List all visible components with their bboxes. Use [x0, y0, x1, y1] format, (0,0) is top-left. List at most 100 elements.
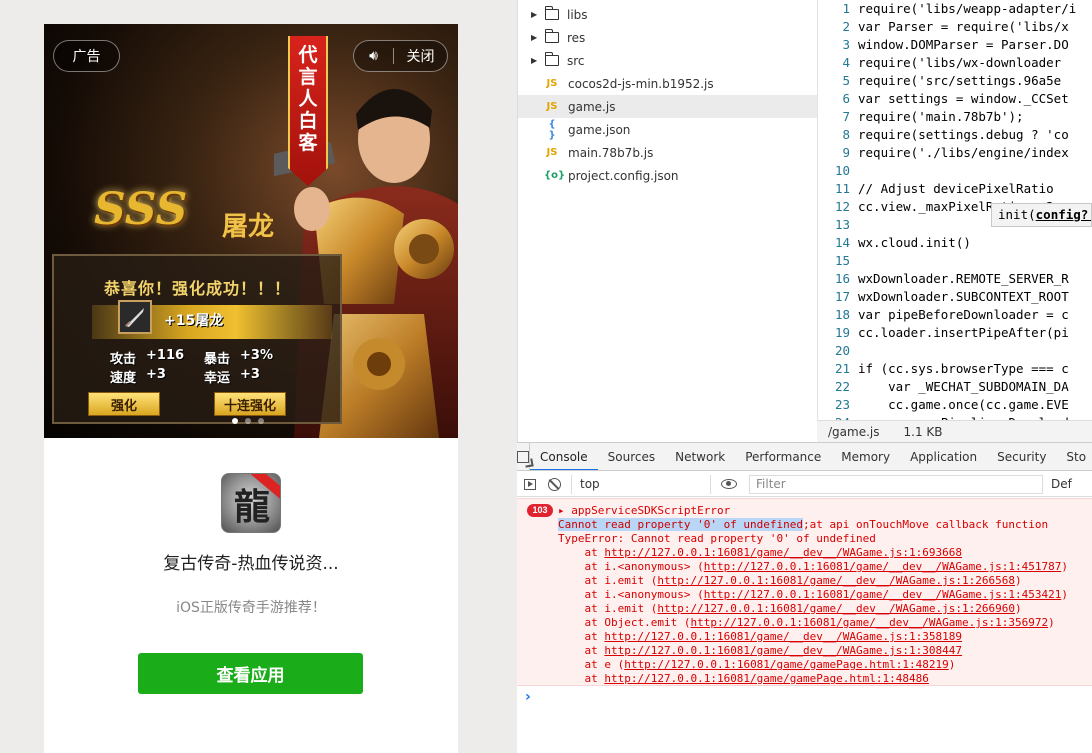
stat-label: 速度 — [110, 371, 137, 386]
eye-icon[interactable] — [721, 479, 737, 489]
clear-console-icon[interactable] — [542, 472, 567, 496]
line-number: 18 — [834, 307, 850, 322]
folder-icon — [545, 6, 559, 20]
context-selector[interactable]: top — [571, 474, 711, 494]
stat-value: +3 — [146, 367, 166, 382]
tree-item-project-config[interactable]: {o} project.config.json — [518, 164, 818, 187]
tab-application[interactable]: Application — [900, 443, 987, 470]
error-title[interactable]: ▸ appServiceSDKScriptError — [558, 504, 730, 518]
stack-frame-link[interactable]: http://127.0.0.1:16081/game/__dev__/WAGa… — [657, 574, 1015, 587]
code-line[interactable]: 3 window.DOMParser = Parser.DO — [818, 36, 1092, 54]
speaker-icon[interactable]: 🔊︎ — [354, 48, 394, 64]
code-line[interactable]: 4 require('libs/wx-downloader — [818, 54, 1092, 72]
stack-frame-link[interactable]: http://127.0.0.1:16081/game/__dev__/WAGa… — [657, 602, 1015, 615]
sss-headline-suffix: 屠龙 — [222, 212, 275, 242]
code-line[interactable]: 22 var _WECHAT_SUBDOMAIN_DA — [818, 378, 1092, 396]
code-text: var settings = window._CCSet — [858, 91, 1069, 106]
code-line[interactable]: 7 require('main.78b7b'); — [818, 108, 1092, 126]
stat-label: 幸运 — [204, 371, 231, 386]
stack-frame-link[interactable]: http://127.0.0.1:16081/game/__dev__/WAGa… — [604, 546, 962, 559]
code-line[interactable]: 9 require('./libs/engine/index — [818, 144, 1092, 162]
tree-item-res[interactable]: ▶ res — [518, 26, 818, 49]
code-line[interactable]: 14 wx.cloud.init() — [818, 234, 1092, 252]
stack-frame-prefix: at — [558, 546, 605, 559]
code-line[interactable]: 20 — [818, 342, 1092, 360]
stack-frame-prefix: at — [558, 672, 605, 685]
carousel-dot[interactable] — [245, 418, 251, 424]
code-line[interactable]: 2 var Parser = require('libs/x — [818, 18, 1092, 36]
stack-frame: at e (http://127.0.0.1:16081/game/gamePa… — [558, 658, 955, 672]
tab-sources[interactable]: Sources — [598, 443, 665, 470]
code-line[interactable]: 18 var pipeBeforeDownloader = c — [818, 306, 1092, 324]
stack-frame-link[interactable]: http://127.0.0.1:16081/game/__dev__/WAGa… — [704, 588, 1062, 601]
tab-performance[interactable]: Performance — [735, 443, 831, 470]
code-line[interactable]: 17 wxDownloader.SUBCONTEXT_ROOT — [818, 288, 1092, 306]
code-line[interactable]: 6 var settings = window._CCSet — [818, 90, 1092, 108]
carousel-dot[interactable] — [258, 418, 264, 424]
code-line[interactable]: 5 require('src/settings.96a5e — [818, 72, 1092, 90]
stack-frame-link[interactable]: http://127.0.0.1:16081/game/__dev__/WAGa… — [690, 616, 1048, 629]
sss-headline: SSS — [94, 184, 188, 235]
chevron-right-icon[interactable]: ▶ — [531, 33, 541, 42]
enhance-panel: 恭喜你！强化成功！！！ +15屠龙 攻击 +116 暴击 +3% 速度 +3 幸… — [52, 254, 342, 424]
code-line[interactable]: 1 require('libs/weapp-adapter/i — [818, 0, 1092, 18]
tab-network[interactable]: Network — [665, 443, 735, 470]
tab-security[interactable]: Security — [987, 443, 1056, 470]
config-file-icon: {o} — [544, 170, 566, 181]
tree-item-src[interactable]: ▶ src — [518, 49, 818, 72]
code-text: require(settings.debug ? 'co — [858, 127, 1069, 142]
stack-frame-link[interactable]: http://127.0.0.1:16081/game/__dev__/WAGa… — [704, 560, 1062, 573]
stack-frame-link[interactable]: http://127.0.0.1:16081/game/__dev__/WAGa… — [604, 630, 962, 643]
line-number: 21 — [834, 361, 850, 376]
console-error-entry[interactable]: 103 ▸ appServiceSDKScriptError Cannot re… — [517, 498, 1092, 686]
code-line[interactable]: 21 if (cc.sys.browserType === c — [818, 360, 1092, 378]
stack-frame-suffix: ) — [1014, 574, 1022, 587]
tree-item-main-js[interactable]: JS main.78b7b.js — [518, 141, 818, 164]
tree-item-game-js[interactable]: JS game.js — [518, 95, 818, 118]
sword-icon — [118, 300, 152, 334]
code-text: var pipeBeforeDownloader = c — [858, 307, 1069, 322]
view-app-button[interactable]: 查看应用 — [138, 653, 363, 694]
status-file-path: /game.js — [828, 424, 880, 439]
app-icon[interactable]: 龍 — [221, 473, 281, 533]
app-name: 复古传奇-热血传说资... — [163, 554, 339, 574]
line-number: 17 — [834, 289, 850, 304]
stack-frame-link[interactable]: http://127.0.0.1:16081/game/__dev__/WAGa… — [604, 644, 962, 657]
line-number: 11 — [834, 181, 850, 196]
code-line[interactable]: 11 // Adjust devicePixelRatio — [818, 180, 1092, 198]
inspect-element-icon[interactable] — [517, 443, 530, 470]
console-prompt[interactable]: › — [525, 689, 531, 705]
filter-input[interactable]: Filter — [749, 474, 1043, 494]
chevron-right-icon[interactable]: ▶ — [531, 10, 541, 19]
code-line[interactable]: 19 cc.loader.insertPipeAfter(pi — [818, 324, 1092, 342]
editor-status-bar: /game.js 1.1 KB — [817, 420, 1092, 442]
code-line[interactable]: 10 — [818, 162, 1092, 180]
code-line[interactable]: 16 wxDownloader.REMOTE_SERVER_R — [818, 270, 1092, 288]
stack-frame-link[interactable]: http://127.0.0.1:16081/game/gamePage.htm… — [624, 658, 949, 671]
ad-banner-image[interactable]: 代言人白客 SSS 屠龙 恭喜你！强化成功！！！ +15屠龙 攻击 +116 暴… — [44, 24, 458, 438]
code-line[interactable]: 8 require(settings.debug ? 'co — [818, 126, 1092, 144]
chevron-right-icon[interactable]: ▶ — [531, 56, 541, 65]
stack-frame: at http://127.0.0.1:16081/game/__dev__/W… — [558, 546, 962, 560]
tree-item-game-json[interactable]: { } game.json — [518, 118, 818, 141]
show-sidebar-icon[interactable] — [517, 472, 542, 496]
code-line[interactable]: 23 cc.game.once(cc.game.EVE — [818, 396, 1092, 414]
file-tree: ▶ libs ▶ res ▶ src JS cocos2d-js-min.b19… — [517, 0, 818, 442]
tree-item-cocos2d[interactable]: JS cocos2d-js-min.b1952.js — [518, 72, 818, 95]
tab-memory[interactable]: Memory — [831, 443, 900, 470]
line-number: 8 — [842, 127, 850, 142]
stack-frame-link[interactable]: http://127.0.0.1:16081/game/gamePage.htm… — [604, 672, 929, 685]
line-number: 19 — [834, 325, 850, 340]
ad-controls: 🔊︎ 关闭 — [353, 40, 448, 72]
devtools-tabs: Console Sources Network Performance Memo… — [517, 443, 1092, 471]
code-text: var Parser = require('libs/x — [858, 19, 1069, 34]
log-levels-dropdown[interactable]: Def — [1051, 477, 1072, 491]
ad-card[interactable]: 代言人白客 SSS 屠龙 恭喜你！强化成功！！！ +15屠龙 攻击 +116 暴… — [44, 24, 458, 753]
tab-storage[interactable]: Sto — [1056, 443, 1092, 470]
code-line[interactable]: 15 — [818, 252, 1092, 270]
close-button[interactable]: 关闭 — [394, 46, 447, 66]
enhance-button: 强化 — [88, 392, 160, 416]
tab-console[interactable]: Console — [530, 443, 598, 470]
tree-item-libs[interactable]: ▶ libs — [518, 3, 818, 26]
carousel-dot[interactable] — [232, 418, 238, 424]
